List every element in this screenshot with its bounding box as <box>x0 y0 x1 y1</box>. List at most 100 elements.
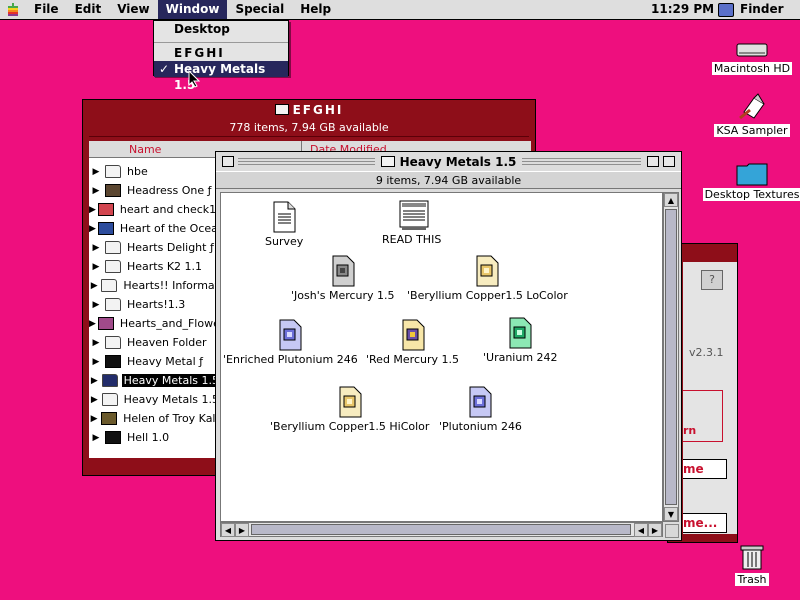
file-beryllium-copper-locolor[interactable]: 'Beryllium Copper1.5 LoColor <box>407 255 568 302</box>
list-item[interactable]: ▶ Helen of Troy Kal. <box>89 409 221 428</box>
scroll-right-arrow-icon[interactable]: ▶ <box>235 523 249 537</box>
disclosure-triangle-icon[interactable]: ▶ <box>89 281 99 291</box>
disclosure-triangle-icon[interactable]: ▶ <box>89 357 103 367</box>
folder-icon <box>274 104 289 115</box>
list-item[interactable]: ▶ Heavy Metal ƒ <box>89 352 221 371</box>
menu-special[interactable]: Special <box>227 0 292 19</box>
theme-file-icon <box>473 255 501 287</box>
desktop-icon-macintosh-hd[interactable]: Macintosh HD <box>711 40 793 75</box>
zoom-box-icon[interactable] <box>647 156 659 167</box>
theme-options-button[interactable]: me... <box>683 513 727 533</box>
scroll-left-arrow-icon[interactable]: ◀ <box>634 523 648 537</box>
disclosure-triangle-icon[interactable]: ▶ <box>89 376 100 386</box>
list-item[interactable]: ▶ Hearts!1.3 <box>89 295 221 314</box>
menu-file[interactable]: File <box>26 0 67 19</box>
menu-item-efghi[interactable]: EFGHI <box>154 45 288 61</box>
resize-grip-icon[interactable] <box>665 524 679 538</box>
list-item[interactable]: ▶ Hearts_and_Flowe <box>89 314 221 333</box>
horizontal-scrollbar[interactable]: ◀ ▶ ◀ ▶ <box>220 522 663 537</box>
disclosure-triangle-icon[interactable]: ▶ <box>89 205 96 215</box>
frame-label: rn <box>683 424 697 437</box>
vertical-scroll-thumb[interactable] <box>665 209 677 505</box>
close-box-icon[interactable] <box>222 156 234 167</box>
folder-icon <box>105 298 121 311</box>
installer-icon <box>739 93 765 120</box>
scroll-up-arrow-icon[interactable]: ▲ <box>664 193 678 207</box>
disclosure-triangle-icon[interactable]: ▶ <box>89 395 100 405</box>
application-menu[interactable]: Finder <box>718 0 784 19</box>
horizontal-scroll-thumb[interactable] <box>251 524 631 535</box>
theme-button[interactable]: me <box>683 459 727 479</box>
folder-icon <box>105 184 121 197</box>
disclosure-triangle-icon[interactable]: ▶ <box>89 414 99 424</box>
list-item[interactable]: ▶ Heaven Folder <box>89 333 221 352</box>
disclosure-triangle-icon[interactable]: ▶ <box>89 243 103 253</box>
menu-item-heavy-metals[interactable]: ✓ Heavy Metals 1.5 <box>154 61 288 92</box>
collapse-box-icon[interactable] <box>663 156 675 167</box>
readme-document-icon <box>398 199 429 231</box>
file-joshs-mercury[interactable]: 'Josh's Mercury 1.5 <box>291 255 395 302</box>
menu-window[interactable]: Window <box>157 0 228 19</box>
file-read-this[interactable]: READ THIS <box>382 199 441 246</box>
apple-menu-icon[interactable] <box>0 0 26 20</box>
desktop-icon-ksa-sampler[interactable]: KSA Sampler <box>712 92 792 137</box>
menubar-clock[interactable]: 11:29 PM <box>651 0 714 19</box>
efghi-info-bar: 778 items, 7.94 GB available <box>89 119 529 137</box>
heavy-metals-content: Survey READ THIS 'Josh's Mercury 1.5 'Be… <box>220 192 663 522</box>
list-item[interactable]: ▶ hbe <box>89 162 221 181</box>
finder-icon <box>718 2 734 17</box>
list-item[interactable]: ▶ Hell 1.0 <box>89 428 221 447</box>
folder-icon <box>105 260 121 273</box>
list-item[interactable]: ▶ Heart of the Ocean <box>89 219 221 238</box>
file-beryllium-copper-hicolor[interactable]: 'Beryllium Copper1.5 HiColor <box>270 386 429 433</box>
list-item-selected[interactable]: ▶ Heavy Metals 1.5 <box>89 371 221 390</box>
disclosure-triangle-icon[interactable]: ▶ <box>89 300 103 310</box>
disclosure-triangle-icon[interactable]: ▶ <box>89 262 103 272</box>
menu-separator <box>154 37 288 43</box>
menu-help[interactable]: Help <box>292 0 339 19</box>
version-label: v2.3.1 <box>689 346 724 359</box>
list-item[interactable]: ▶ Hearts K2 1.1 <box>89 257 221 276</box>
folder-icon <box>101 412 118 425</box>
list-item[interactable]: ▶ Headress One ƒ <box>89 181 221 200</box>
file-red-mercury[interactable]: 'Red Mercury 1.5 <box>366 319 459 366</box>
theme-file-icon <box>399 319 427 351</box>
trash-icon <box>740 545 764 570</box>
heavy-metals-window: Heavy Metals 1.5 9 items, 7.94 GB availa… <box>215 151 682 541</box>
scroll-right-arrow-icon[interactable]: ▶ <box>648 523 662 537</box>
list-item[interactable]: ▶ heart and check1. <box>89 200 221 219</box>
disclosure-triangle-icon[interactable]: ▶ <box>89 338 103 348</box>
disclosure-triangle-icon[interactable]: ▶ <box>89 186 103 196</box>
folder-icon <box>105 431 121 444</box>
disclosure-triangle-icon[interactable]: ▶ <box>89 167 103 177</box>
theme-file-icon <box>336 386 364 418</box>
list-item[interactable]: ▶ Hearts Delight ƒ <box>89 238 221 257</box>
menu-item-desktop[interactable]: Desktop <box>154 21 288 37</box>
list-item[interactable]: ▶ Hearts!! Informat <box>89 276 221 295</box>
help-button[interactable]: ? <box>701 270 723 290</box>
vertical-scrollbar[interactable]: ▲ ▼ <box>663 192 679 522</box>
efghi-file-list: ▶ hbe ▶ Headress One ƒ ▶ heart and check1. … <box>89 158 221 458</box>
folder-icon <box>736 163 768 186</box>
file-plutonium[interactable]: 'Plutonium 246 <box>439 386 522 433</box>
theme-file-icon <box>466 386 494 418</box>
file-enriched-plutonium[interactable]: 'Enriched Plutonium 246 <box>223 319 358 366</box>
menu-view[interactable]: View <box>109 0 157 19</box>
disclosure-triangle-icon[interactable]: ▶ <box>89 224 96 234</box>
scroll-left-arrow-icon[interactable]: ◀ <box>221 523 235 537</box>
folder-icon <box>97 203 114 216</box>
desktop-icon-desktop-textures[interactable]: Desktop Textures <box>702 162 800 201</box>
file-uranium[interactable]: 'Uranium 242 <box>483 317 558 364</box>
scroll-down-arrow-icon[interactable]: ▼ <box>664 507 678 521</box>
list-item[interactable]: ▶ Heavy Metals 1.5 <box>89 390 221 409</box>
efghi-titlebar[interactable]: EFGHI <box>83 100 535 119</box>
folder-icon <box>101 374 118 387</box>
folder-icon <box>105 355 121 368</box>
file-survey[interactable]: Survey <box>265 201 303 248</box>
disclosure-triangle-icon[interactable]: ▶ <box>89 433 103 443</box>
disclosure-triangle-icon[interactable]: ▶ <box>89 319 96 329</box>
background-window-panel: ? v2.3.1 rn me me... <box>683 262 737 534</box>
heavy-metals-titlebar[interactable]: Heavy Metals 1.5 <box>216 152 681 171</box>
menu-edit[interactable]: Edit <box>67 0 110 19</box>
desktop-icon-trash[interactable]: Trash <box>730 541 774 586</box>
